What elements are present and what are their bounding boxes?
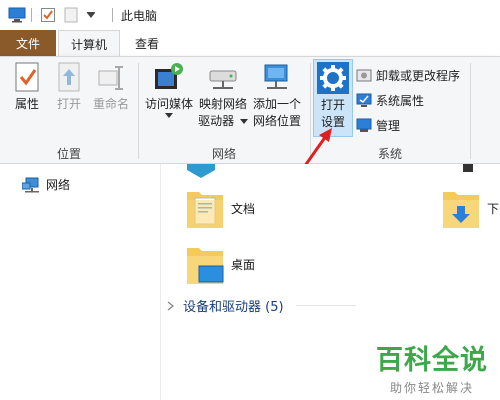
ribbon: 属性 打开 重命名 位置 访问媒体 映射网络 驱动器 添加一个 网络位置 网络 …	[0, 56, 500, 164]
properties-check-icon[interactable]	[40, 7, 56, 23]
folder-downloads[interactable]: 下	[441, 186, 499, 230]
add-location-label-line1: 添加一个	[252, 97, 301, 111]
new-folder-icon[interactable]	[64, 7, 78, 23]
watermark: 百科全说 助你轻松解决	[376, 338, 488, 396]
rename-label: 重命名	[92, 97, 129, 111]
map-drive-label-line1: 映射网络	[198, 97, 247, 111]
group-label-location: 位置	[56, 147, 81, 161]
network-location-icon	[264, 64, 288, 89]
tab-file[interactable]: 文件	[0, 30, 56, 56]
nav-item-network-label: 网络	[46, 178, 71, 192]
access-media-button[interactable]: 访问媒体	[142, 61, 196, 119]
properties-label: 属性	[14, 97, 39, 111]
system-properties-button[interactable]: 系统属性	[356, 90, 424, 110]
properties-button[interactable]: 属性	[8, 61, 46, 113]
desktop-label: 桌面	[231, 257, 256, 272]
chevron-right-icon	[167, 300, 175, 311]
group-label-network: 网络	[211, 147, 236, 161]
map-network-drive-button[interactable]: 映射网络 驱动器	[196, 61, 250, 130]
network-icon	[22, 177, 39, 192]
documents-folder-icon	[187, 192, 223, 228]
devices-section-label: 设备和驱动器 (5)	[183, 300, 284, 315]
system-properties-icon	[356, 93, 372, 107]
navigation-pane: 网络	[0, 164, 160, 400]
window-title: 此电脑	[121, 9, 158, 23]
toolbar-separator	[31, 8, 32, 22]
map-drive-label-line2: 驱动器	[198, 114, 235, 128]
open-label: 打开	[56, 97, 81, 111]
tab-view[interactable]: 查看	[122, 30, 172, 56]
folder-partial-icon	[187, 164, 215, 178]
ribbon-tabs: 文件 计算机 查看	[0, 30, 500, 57]
system-properties-label: 系统属性	[376, 93, 425, 108]
nav-item-network[interactable]: 网络	[22, 176, 70, 193]
chevron-down-icon[interactable]	[86, 12, 96, 20]
network-drive-icon	[209, 70, 237, 89]
rename-icon	[98, 66, 123, 90]
tab-computer[interactable]: 计算机	[58, 30, 120, 57]
folder-partial-icon	[463, 164, 473, 172]
settings-gear-icon	[317, 62, 349, 94]
properties-icon	[15, 62, 39, 92]
manage-icon	[356, 118, 372, 132]
uninstall-icon	[356, 69, 372, 82]
open-settings-label-line1: 打开	[320, 98, 345, 112]
watermark-main: 百科全说	[376, 345, 488, 376]
title-separator	[112, 8, 113, 22]
uninstall-program-button[interactable]: 卸载或更改程序	[356, 65, 460, 85]
uninstall-label: 卸载或更改程序	[376, 68, 461, 83]
add-location-label-line2: 网络位置	[252, 114, 301, 128]
folder-desktop[interactable]: 桌面	[185, 242, 255, 286]
section-divider	[295, 305, 356, 306]
dropdown-arrow-icon	[165, 113, 173, 118]
dropdown-arrow-icon	[239, 119, 248, 124]
media-icon	[155, 63, 183, 89]
access-media-label: 访问媒体	[144, 97, 193, 111]
computer-icon[interactable]	[8, 7, 26, 23]
downloads-folder-icon	[443, 192, 479, 228]
manage-label: 管理	[376, 118, 401, 133]
rename-button[interactable]: 重命名	[90, 61, 132, 113]
desktop-folder-icon	[187, 248, 224, 284]
title-bar: 此电脑	[0, 0, 500, 30]
downloads-label: 下	[487, 201, 500, 216]
group-separator	[470, 63, 471, 159]
open-button[interactable]: 打开	[50, 61, 88, 113]
add-network-location-button[interactable]: 添加一个 网络位置	[250, 61, 304, 130]
manage-button[interactable]: 管理	[356, 115, 400, 135]
open-icon	[58, 62, 80, 92]
documents-label: 文档	[231, 201, 256, 216]
folder-documents[interactable]: 文档	[185, 186, 255, 230]
devices-section-header[interactable]: 设备和驱动器 (5)	[167, 296, 356, 315]
watermark-sub: 助你轻松解决	[389, 381, 474, 395]
